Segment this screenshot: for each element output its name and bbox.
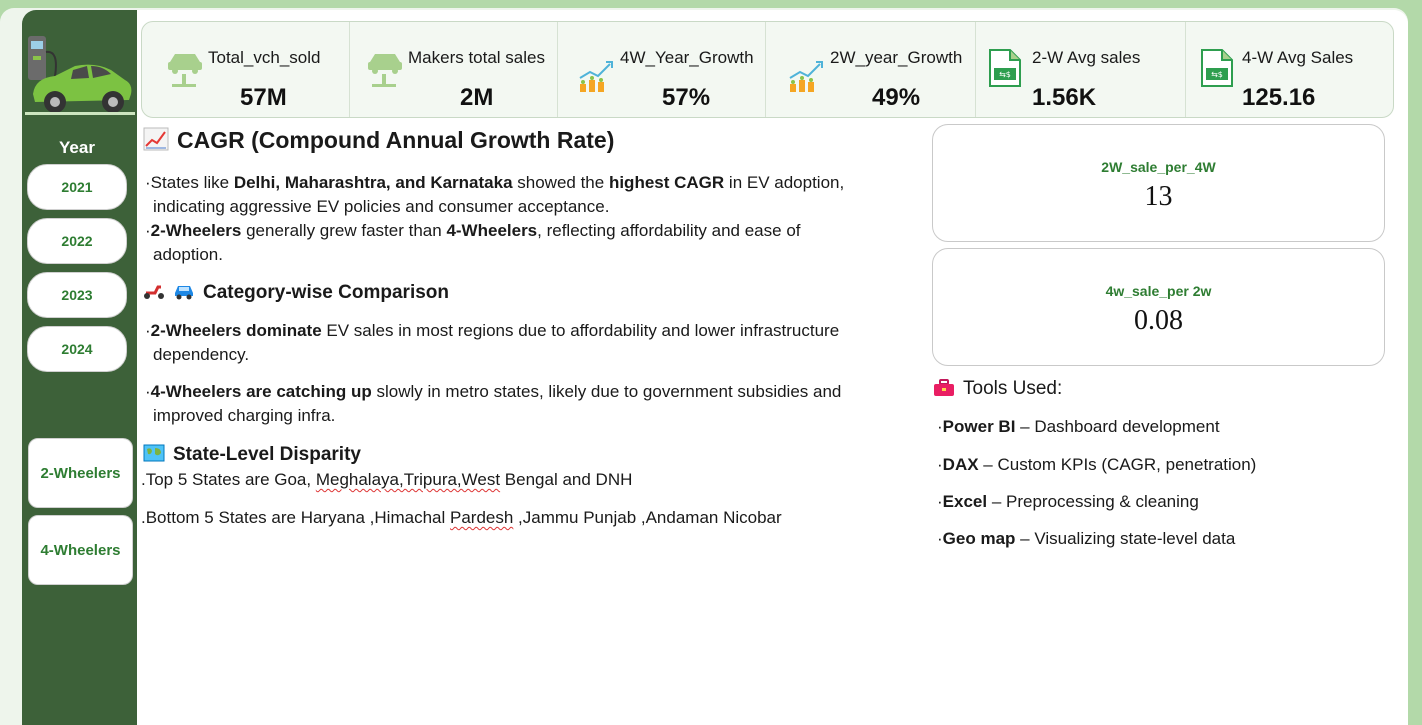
year-button-2023[interactable]: 2023 — [27, 272, 127, 318]
ev-car-charging-icon — [25, 32, 135, 118]
toolbox-icon — [933, 379, 955, 403]
ratio-value: 0.08 — [1134, 305, 1183, 336]
growth-coins-icon — [786, 56, 826, 96]
kpi-value: 125.16 — [1242, 84, 1316, 111]
kpi-value: 2M — [460, 84, 494, 111]
kpi-makers-total-sales: Makers total sales 2M — [350, 22, 558, 117]
car-lift-icon — [166, 48, 206, 88]
exchange-document-icon: ⇆$ — [1200, 48, 1240, 88]
year-button-2022[interactable]: 2022 — [27, 218, 127, 264]
tool-item-excel: ·Excel – Preprocessing & cleaning — [937, 492, 1199, 511]
bottom-5-states: .Bottom 5 States are Haryana ,Himachal P… — [141, 508, 782, 527]
category-button-4-wheelers[interactable]: 4-Wheelers — [28, 515, 133, 585]
kpi-value: 49% — [872, 84, 921, 111]
tool-item-geo-map: ·Geo map – Visualizing state-level data — [937, 529, 1236, 548]
category-paragraph-2: ·4-Wheelers are catching up slowly in me… — [145, 382, 842, 425]
category-heading: Category-wise Comparison — [143, 281, 449, 308]
kpi-value: 1.56K — [1032, 84, 1097, 111]
tools-title: Tools Used: — [963, 378, 1063, 399]
cagr-title: CAGR (Compound Annual Growth Rate) — [177, 127, 615, 153]
ratio-card-2w-per-4w: 2W_sale_per_4W 13 — [932, 124, 1385, 242]
svg-text:⇆$: ⇆$ — [1211, 70, 1223, 79]
category-title: Category-wise Comparison — [203, 282, 449, 303]
kpi-total-vehicles-sold: Total_vch_sold 57M — [142, 22, 350, 117]
scooter-icon — [143, 281, 165, 308]
car-lift-icon — [366, 48, 406, 88]
kpi-2w-avg-sales: ⇆$ 2-W Avg sales 1.56K — [978, 22, 1186, 117]
kpi-label: 4W_Year_Growth — [620, 48, 754, 67]
kpi-value: 57M — [240, 84, 287, 111]
year-button-2021[interactable]: 2021 — [27, 164, 127, 210]
ratio-label: 4w_sale_per 2w — [1105, 283, 1212, 299]
kpi-value: 57% — [662, 84, 711, 111]
cagr-paragraph-1: ·States like Delhi, Maharashtra, and Kar… — [145, 173, 845, 216]
cagr-paragraph-2: ·2-Wheelers generally grew faster than 4… — [145, 221, 801, 264]
kpi-4w-avg-sales: ⇆$ 4-W Avg Sales 125.16 — [1188, 22, 1394, 117]
world-map-icon — [143, 443, 165, 470]
kpi-label: 2-W Avg sales — [1032, 48, 1141, 67]
growth-coins-icon — [576, 56, 616, 96]
ratio-card-4w-per-2w: 4w_sale_per 2w 0.08 — [932, 248, 1385, 366]
svg-text:⇆$: ⇆$ — [999, 70, 1011, 79]
ratio-label: 2W_sale_per_4W — [1101, 159, 1216, 175]
state-heading: State-Level Disparity — [143, 443, 361, 470]
chart-increasing-icon — [143, 127, 169, 155]
category-paragraph-1: ·2-Wheelers dominate EV sales in most re… — [145, 321, 840, 364]
car-icon — [173, 281, 195, 308]
kpi-label: 4-W Avg Sales — [1242, 48, 1354, 67]
exchange-document-icon: ⇆$ — [988, 48, 1028, 88]
kpi-row: Total_vch_sold 57M Makers total sales 2M — [141, 21, 1394, 118]
cagr-heading: CAGR (Compound Annual Growth Rate) — [143, 127, 614, 155]
top-5-states: .Top 5 States are Goa, Meghalaya,Tripura… — [141, 470, 633, 489]
insights-panel: CAGR (Compound Annual Growth Rate) ·Stat… — [137, 121, 913, 589]
tool-item-power-bi: ·Power BI – Dashboard development — [937, 417, 1220, 436]
kpi-2w-year-growth: 2W_year_Growth 49% — [768, 22, 976, 117]
category-button-2-wheelers[interactable]: 2-Wheelers — [28, 438, 133, 508]
kpi-label: Makers total sales — [408, 48, 545, 67]
state-title: State-Level Disparity — [173, 444, 361, 465]
tool-item-dax: ·DAX – Custom KPIs (CAGR, penetration) — [937, 455, 1257, 474]
kpi-label: Total_vch_sold — [208, 48, 321, 67]
kpi-label: 2W_year_Growth — [830, 48, 963, 67]
year-slicer-title: Year — [59, 138, 95, 157]
tools-panel: Tools Used: ·Power BI – Dashboard develo… — [927, 371, 1389, 587]
year-button-2024[interactable]: 2024 — [27, 326, 127, 372]
kpi-4w-year-growth: 4W_Year_Growth 57% — [558, 22, 766, 117]
tools-heading: Tools Used: — [933, 378, 1062, 403]
ratio-value: 13 — [1144, 181, 1173, 212]
